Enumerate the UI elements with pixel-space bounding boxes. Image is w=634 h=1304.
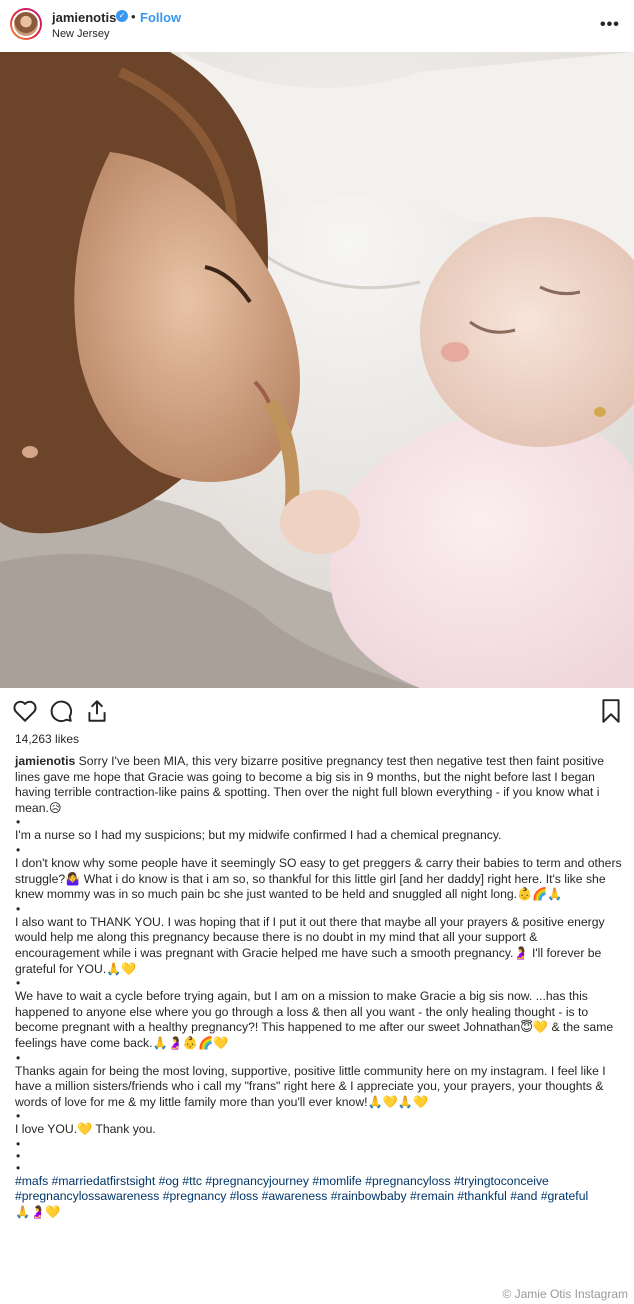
caption-bullet: • xyxy=(16,976,21,991)
caption-bullet: • xyxy=(16,842,21,857)
caption-bullet: • xyxy=(16,1050,21,1065)
action-bar xyxy=(0,692,634,728)
location-link[interactable]: New Jersey xyxy=(52,28,109,40)
bookmark-icon[interactable] xyxy=(598,698,624,724)
caption-paragraph-1: jamienotis Sorry I've been MIA, this ver… xyxy=(15,754,604,815)
post-caption: jamienotis Sorry I've been MIA, this ver… xyxy=(15,754,623,1221)
caption-bullet: • xyxy=(16,1160,21,1175)
verified-badge-icon: ✓ xyxy=(116,10,128,22)
post-photo[interactable] xyxy=(0,52,634,688)
header-separator: • xyxy=(131,9,136,24)
caption-end-emoji: 🙏🤰💛 xyxy=(15,1205,61,1220)
follow-button[interactable]: Follow xyxy=(140,10,181,25)
share-icon[interactable] xyxy=(84,698,110,724)
caption-bullet: • xyxy=(16,1136,21,1151)
caption-paragraph-2: I'm a nurse so I had my suspicions; but … xyxy=(15,828,502,843)
caption-bullet: • xyxy=(16,1148,21,1163)
caption-paragraph-6: Thanks again for being the most loving, … xyxy=(15,1063,606,1109)
caption-bullet: • xyxy=(16,901,21,916)
caption-paragraph-4: I also want to THANK YOU. I was hoping t… xyxy=(15,914,605,976)
more-options-icon[interactable]: ••• xyxy=(600,16,620,34)
caption-username-link[interactable]: jamienotis xyxy=(15,754,75,768)
hashtag-links[interactable]: #mafs #marriedatfirstsight #og #ttc #pre… xyxy=(15,1174,623,1205)
avatar[interactable] xyxy=(10,8,42,40)
caption-paragraph-7: I love YOU.💛 Thank you. xyxy=(15,1122,156,1137)
comment-icon[interactable] xyxy=(48,698,74,724)
heart-icon[interactable] xyxy=(12,698,38,724)
photo-illustration xyxy=(0,52,634,688)
username-link[interactable]: jamienotis xyxy=(52,10,116,25)
caption-bullet: • xyxy=(16,815,21,830)
caption-paragraph-3: I don't know why some people have it see… xyxy=(15,855,622,902)
photo-credit: © Jamie Otis Instagram xyxy=(484,1282,634,1304)
post-header: jamienotis ✓ • Follow New Jersey ••• xyxy=(0,0,634,50)
caption-bullet: • xyxy=(16,1109,21,1124)
likes-count[interactable]: 14,263 likes xyxy=(15,732,79,746)
caption-paragraph-5: We have to wait a cycle before trying ag… xyxy=(15,989,614,1050)
